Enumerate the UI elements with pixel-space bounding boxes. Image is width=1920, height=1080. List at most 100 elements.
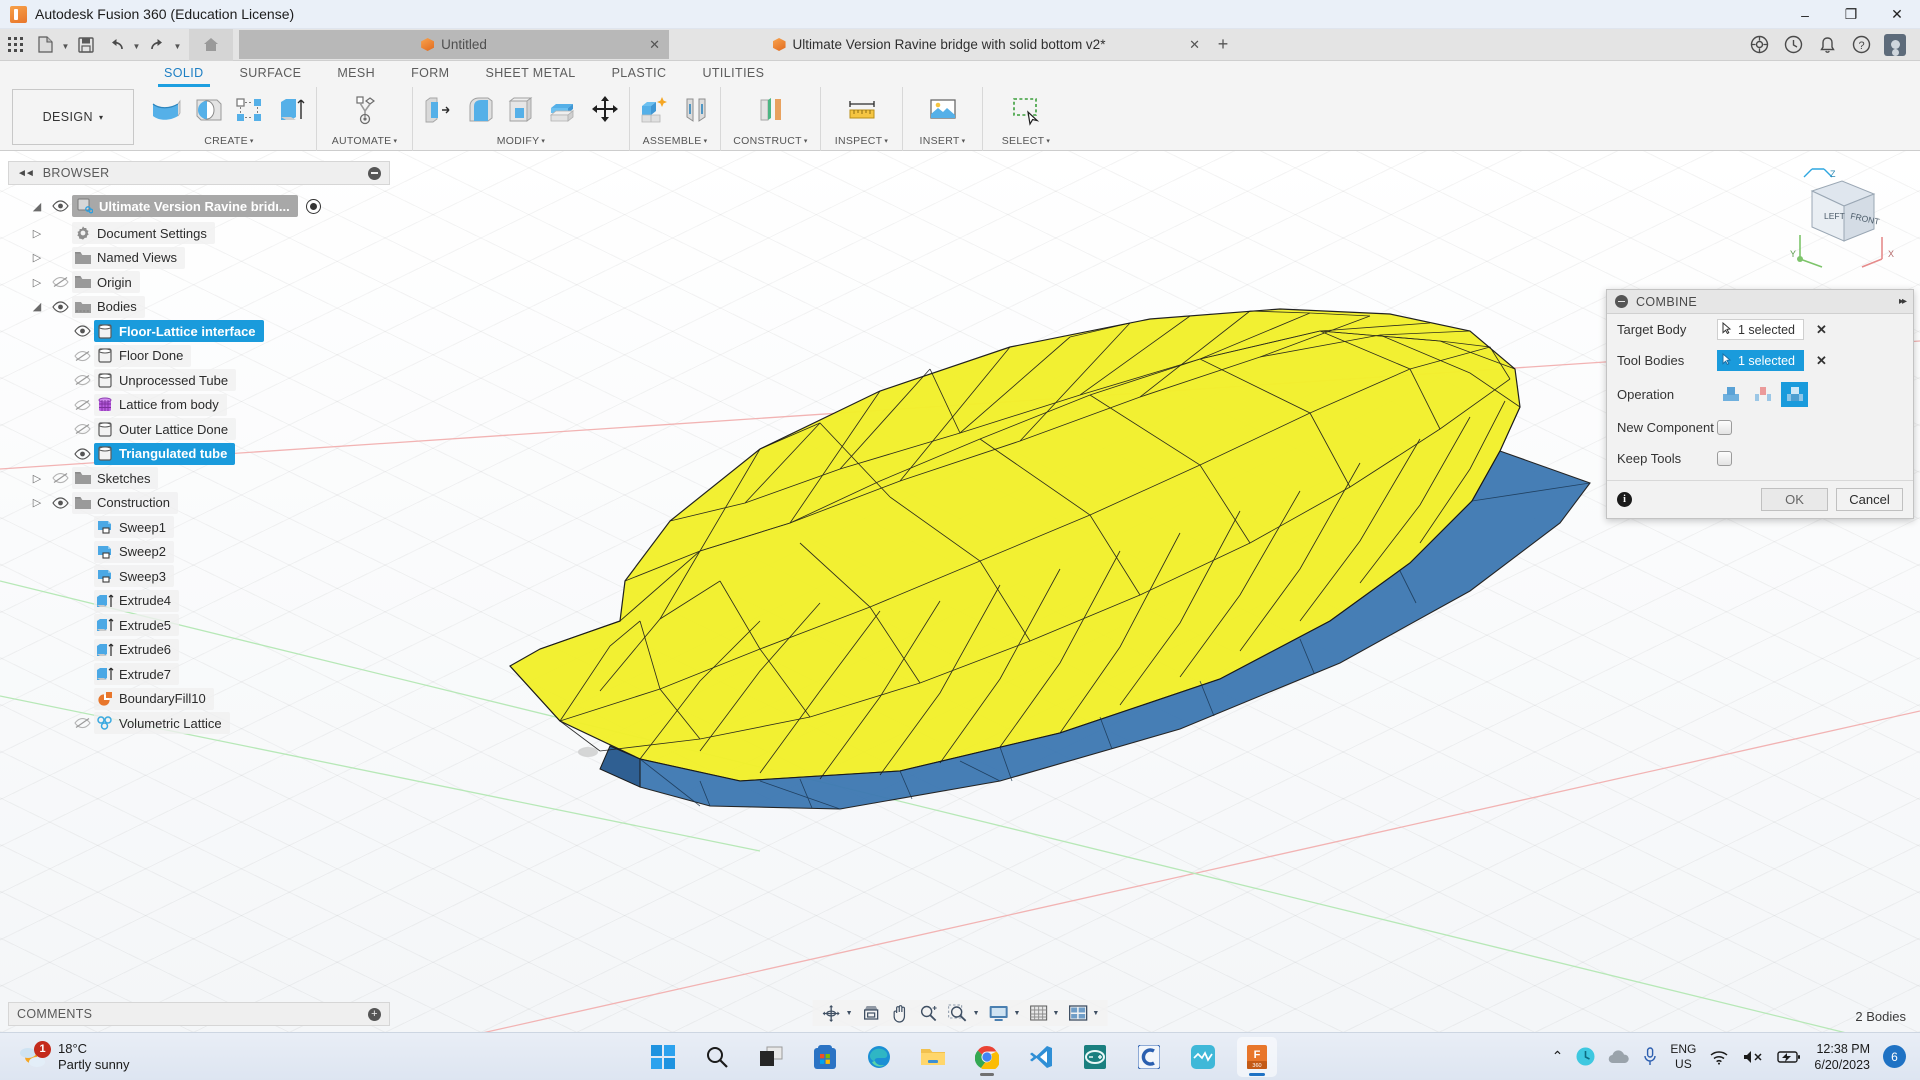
tab-utilities[interactable]: UTILITIES (684, 61, 782, 87)
browser-item-extrude5[interactable]: Extrude5 (8, 613, 390, 638)
move-copy-icon[interactable] (585, 90, 625, 130)
language-indicator[interactable]: ENG US (1670, 1042, 1696, 1072)
cura-icon[interactable] (1129, 1037, 1169, 1077)
browser-item-extrude4[interactable]: Extrude4 (8, 589, 390, 614)
clear-target-body-icon[interactable]: ✕ (1816, 322, 1827, 338)
start-icon[interactable] (643, 1037, 683, 1077)
pattern-icon[interactable] (230, 90, 270, 130)
save-icon[interactable] (71, 31, 101, 59)
tab-surface[interactable]: SURFACE (222, 61, 320, 87)
add-comment-icon[interactable]: + (368, 1008, 381, 1021)
workspace-switcher[interactable]: DESIGN ▾ (12, 89, 134, 145)
task-view-icon[interactable] (751, 1037, 791, 1077)
tab-plastic[interactable]: PLASTIC (594, 61, 685, 87)
microsoft-edge-icon[interactable] (859, 1037, 899, 1077)
browser-item-sweep3[interactable]: Sweep3 (8, 564, 390, 589)
new-document-icon[interactable] (30, 31, 60, 59)
expander-icon[interactable]: ▷ (26, 472, 48, 485)
pan-icon[interactable] (886, 1000, 914, 1026)
document-tab-untitled[interactable]: Untitled ✕ (239, 30, 669, 59)
extensions-icon[interactable] (1742, 29, 1776, 61)
browser-item-extrude6[interactable]: Extrude6 (8, 638, 390, 663)
eye-hidden-icon[interactable] (70, 717, 94, 729)
combine-dialog-header[interactable]: COMBINE ▸▸ (1607, 290, 1913, 314)
eye-hidden-icon[interactable] (48, 472, 72, 484)
show-hidden-icons-icon[interactable]: ⌃ (1552, 1048, 1564, 1065)
minimize-button[interactable]: – (1782, 0, 1828, 29)
browser-item-outer-lattice-done[interactable]: Outer Lattice Done (8, 417, 390, 442)
clear-tool-bodies-icon[interactable]: ✕ (1816, 353, 1827, 369)
keep-tools-checkbox[interactable] (1717, 451, 1732, 466)
browser-item-origin[interactable]: ▷Origin (8, 270, 390, 295)
onedrive-icon[interactable] (1608, 1050, 1630, 1064)
account-avatar[interactable] (1878, 29, 1912, 61)
close-icon[interactable]: ✕ (649, 37, 660, 53)
help-icon[interactable]: ? (1844, 29, 1878, 61)
offset-face-icon[interactable] (543, 90, 583, 130)
tool-bodies-selection[interactable]: 1 selected (1717, 350, 1804, 371)
tab-solid[interactable]: SOLID (146, 61, 222, 87)
ribbon-group-construct-label[interactable]: CONSTRUCT▾ (725, 135, 816, 151)
expander-icon[interactable]: ▷ (26, 251, 48, 264)
expander-icon[interactable]: ▷ (26, 227, 48, 240)
ribbon-group-automate-label[interactable]: AUTOMATE▾ (321, 135, 408, 151)
orbit-icon[interactable] (817, 1000, 846, 1026)
zoom-icon[interactable] (914, 1000, 943, 1026)
document-tab-ravine-bridge[interactable]: Ultimate Version Ravine bridge with soli… (669, 30, 1209, 59)
cut-operation-icon[interactable] (1749, 382, 1776, 407)
xyz-app-icon[interactable] (1183, 1037, 1223, 1077)
tab-mesh[interactable]: MESH (319, 61, 393, 87)
revolve-icon[interactable] (188, 90, 228, 130)
comments-panel[interactable]: COMMENTS + (8, 1002, 390, 1026)
activate-radio-icon[interactable] (306, 199, 321, 214)
maximize-button[interactable]: ❐ (1828, 0, 1874, 29)
browser-item-named-views[interactable]: ▷Named Views (8, 246, 390, 271)
grid-snaps-icon[interactable] (1024, 1000, 1052, 1026)
notification-count-badge[interactable]: 6 (1883, 1045, 1906, 1068)
viewports-icon[interactable] (1063, 1000, 1092, 1026)
eye-hidden-icon[interactable] (70, 399, 94, 411)
new-document-caret[interactable]: ▼ (60, 31, 71, 59)
redo-caret[interactable]: ▼ (172, 31, 183, 59)
lastpass-icon[interactable] (1576, 1047, 1595, 1066)
redo-icon[interactable] (142, 31, 172, 59)
intersect-operation-icon[interactable] (1781, 382, 1808, 407)
zoom-window-icon[interactable] (943, 1000, 973, 1026)
browser-item-lattice-from-body[interactable]: Lattice from body (8, 393, 390, 418)
measure-icon[interactable] (842, 90, 882, 130)
eye-hidden-icon[interactable] (70, 374, 94, 386)
orbit-caret-icon[interactable]: ▼ (846, 1010, 857, 1017)
browser-item-extrude7[interactable]: Extrude7 (8, 662, 390, 687)
job-status-icon[interactable] (1776, 29, 1810, 61)
eye-visible-icon[interactable] (70, 325, 94, 337)
minimize-panel-icon[interactable] (368, 167, 381, 180)
vs-code-icon[interactable] (1021, 1037, 1061, 1077)
target-body-selection[interactable]: 1 selected (1717, 319, 1804, 340)
file-explorer-icon[interactable] (913, 1037, 953, 1077)
expand-dialog-icon[interactable]: ▸▸ (1899, 296, 1905, 307)
grid-icon[interactable] (0, 31, 30, 59)
browser-item-sketches[interactable]: ▷Sketches (8, 466, 390, 491)
arduino-ide-icon[interactable] (1075, 1037, 1115, 1077)
new-tab-button[interactable]: + (1209, 29, 1237, 61)
notifications-bell-icon[interactable] (1810, 29, 1844, 61)
close-icon[interactable]: ✕ (1189, 37, 1200, 53)
eye-visible-icon[interactable] (48, 301, 72, 313)
volume-muted-icon[interactable] (1742, 1049, 1764, 1065)
insert-mcmaster-icon[interactable] (923, 90, 963, 130)
joint-icon[interactable] (676, 90, 716, 130)
press-pull-icon[interactable] (417, 90, 457, 130)
google-chrome-icon[interactable] (967, 1037, 1007, 1077)
eye-visible-icon[interactable] (48, 200, 72, 212)
new-component-icon[interactable] (634, 90, 674, 130)
display-settings-icon[interactable] (984, 1000, 1014, 1026)
taskbar-weather-widget[interactable]: 1 18°C Partly sunny (0, 1041, 130, 1073)
ribbon-group-create-label[interactable]: CREATE▾ (146, 135, 312, 151)
zoom-window-caret-icon[interactable]: ▼ (973, 1010, 984, 1017)
extrude-icon[interactable] (272, 90, 312, 130)
look-at-icon[interactable] (857, 1000, 886, 1026)
browser-item-document-settings[interactable]: ▷Document Settings (8, 221, 390, 246)
expander-icon[interactable]: ◢ (26, 200, 48, 213)
display-settings-caret-icon[interactable]: ▼ (1014, 1010, 1025, 1017)
collapse-left-icon[interactable]: ◄◄ (17, 168, 33, 179)
